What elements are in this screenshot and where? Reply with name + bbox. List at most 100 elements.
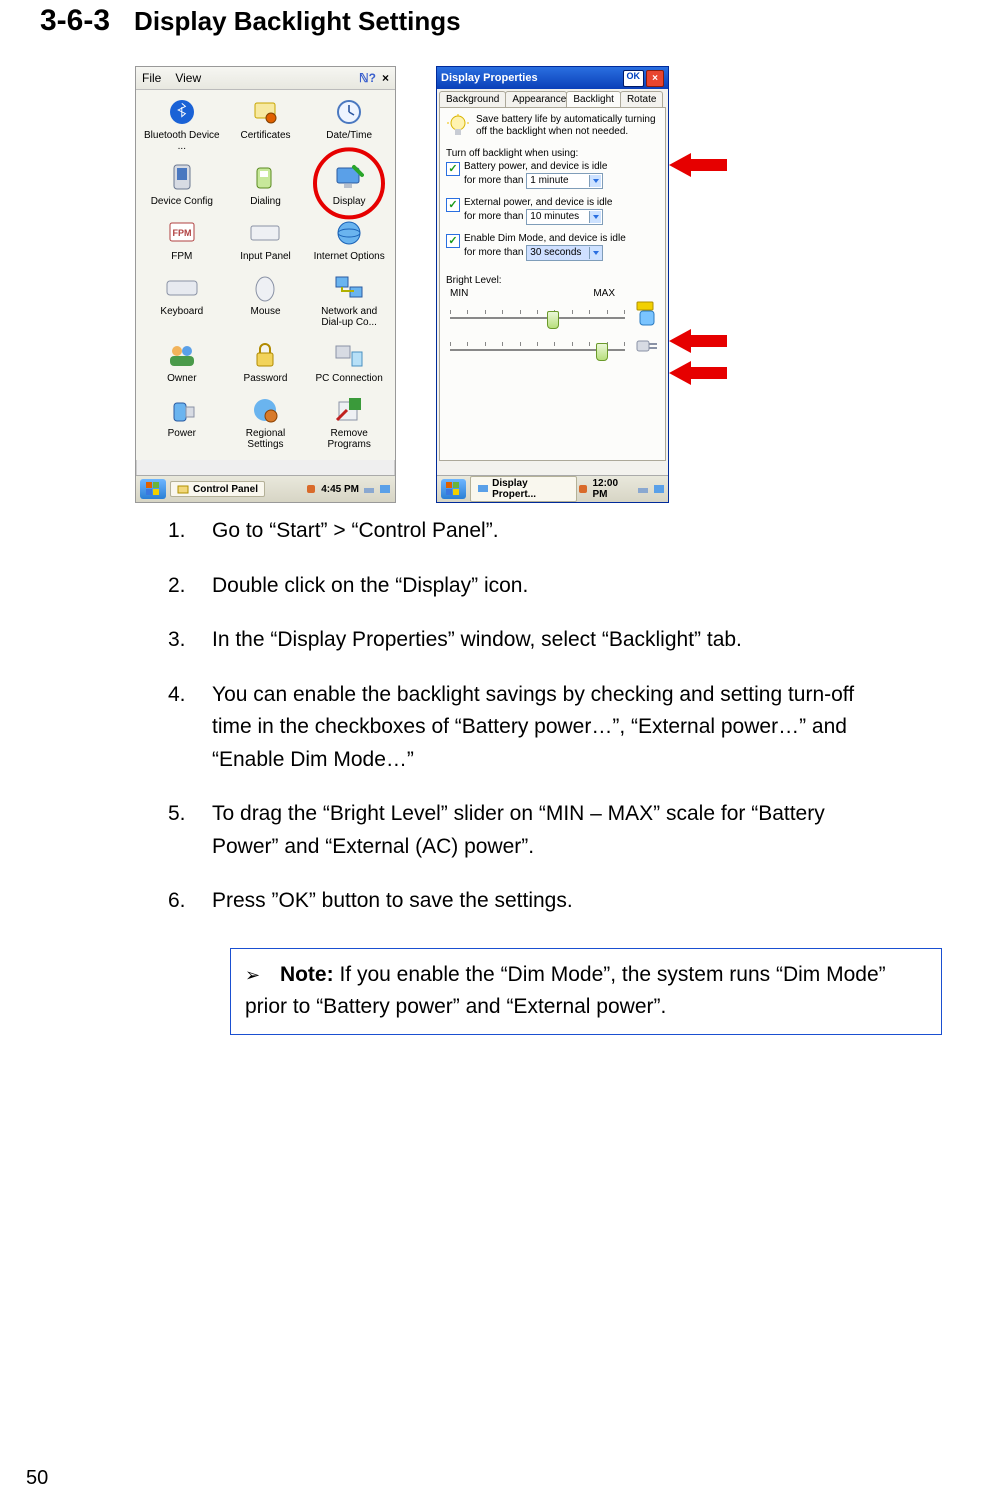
tray-clock: 12:00 PM: [592, 478, 633, 500]
bluetooth-icon: [166, 96, 198, 128]
bright-level-label: Bright Level:: [446, 275, 659, 286]
lock-icon: [249, 339, 281, 371]
cp-item-password[interactable]: Password: [224, 339, 308, 388]
cp-item-network[interactable]: Network and Dial-up Co...: [307, 272, 391, 332]
cp-label: Certificates: [240, 130, 290, 141]
tray-sip-icon[interactable]: [637, 483, 648, 495]
cp-item-certificates[interactable]: Certificates: [224, 96, 308, 156]
control-panel-window: File View ℕ? × Bluetooth Device ... Cert…: [135, 66, 396, 503]
keyboard-small-icon: [249, 217, 281, 249]
section-number: 3-6-3: [40, 4, 110, 38]
ac-plug-icon: [635, 333, 659, 359]
pc-connection-icon: [333, 339, 365, 371]
tray-network-icon[interactable]: [577, 483, 588, 495]
step-item: 1.Go to “Start” > “Control Panel”.: [168, 515, 857, 548]
cp-label: Password: [244, 373, 288, 384]
instruction-steps: 1.Go to “Start” > “Control Panel”. 2.Dou…: [120, 515, 947, 918]
cp-item-device-config[interactable]: Device Config: [140, 162, 224, 211]
checkbox-battery-label: Battery power, and device is idle for mo…: [464, 161, 607, 189]
phone-icon: [249, 162, 281, 194]
cp-item-keyboard[interactable]: Keyboard: [140, 272, 224, 332]
mouse-icon: [249, 272, 281, 304]
arrow-left-icon: [669, 364, 727, 382]
display-icon: [477, 483, 488, 495]
menu-view[interactable]: View: [175, 71, 201, 85]
checkbox-battery[interactable]: [446, 162, 460, 176]
start-button[interactable]: [441, 479, 466, 499]
tab-background[interactable]: Background: [439, 91, 506, 107]
menubar: File View ℕ? ×: [136, 67, 395, 90]
tabs-row: Background Appearance Backlight Rotate: [437, 89, 668, 107]
tab-appearance[interactable]: Appearance: [505, 91, 567, 107]
step-item: 6.Press ”OK” button to save the settings…: [168, 885, 857, 918]
note-box: ➢ Note: If you enable the “Dim Mode”, th…: [230, 948, 942, 1035]
brightness-slider-battery[interactable]: [446, 304, 629, 324]
cp-label: Mouse: [250, 306, 280, 317]
note-bullet-icon: ➢: [245, 962, 260, 990]
display-properties-window: Display Properties OK × Background Appea…: [436, 66, 669, 503]
tray-desktop-icon[interactable]: [653, 483, 664, 495]
control-panel-grid: Bluetooth Device ... Certificates Date/T…: [136, 90, 395, 460]
taskbar-app-button[interactable]: Display Propert...: [470, 476, 577, 502]
step-item: 5.To drag the “Bright Level” slider on “…: [168, 798, 857, 863]
tip-text: Save battery life by automatically turni…: [476, 114, 659, 138]
group-label: Turn off backlight when using:: [446, 148, 659, 159]
remove-programs-icon: [333, 394, 365, 426]
dropdown-external-timeout[interactable]: 10 minutes: [526, 209, 603, 225]
cp-item-input-panel[interactable]: Input Panel: [224, 217, 308, 266]
globe-settings-icon: [249, 394, 281, 426]
menu-file[interactable]: File: [142, 71, 161, 85]
cp-item-pc-connection[interactable]: PC Connection: [307, 339, 391, 388]
page-number: 50: [26, 1467, 48, 1490]
cp-item-mouse[interactable]: Mouse: [224, 272, 308, 332]
close-icon[interactable]: ×: [646, 70, 664, 87]
help-icon[interactable]: ℕ?: [359, 71, 376, 85]
tab-backlight[interactable]: Backlight: [566, 91, 621, 107]
cp-label: Regional Settings: [227, 428, 303, 450]
cp-item-fpm[interactable]: FPM FPM: [140, 217, 224, 266]
people-icon: [166, 339, 198, 371]
cp-item-power[interactable]: Power: [140, 394, 224, 454]
dropdown-dim-timeout[interactable]: 30 seconds: [526, 245, 603, 261]
cp-label: Date/Time: [326, 130, 372, 141]
globe-icon: [333, 217, 365, 249]
clock-icon: [333, 96, 365, 128]
cp-item-display[interactable]: Display: [307, 162, 391, 211]
dropdown-battery-timeout[interactable]: 1 minute: [526, 173, 603, 189]
taskbar-app-label: Display Propert...: [492, 478, 570, 500]
cp-label: Owner: [167, 373, 196, 384]
cp-item-internet-options[interactable]: Internet Options: [307, 217, 391, 266]
tray-sip-icon[interactable]: [363, 483, 375, 495]
cp-label: Network and Dial-up Co...: [311, 306, 387, 328]
cp-item-owner[interactable]: Owner: [140, 339, 224, 388]
cp-item-bluetooth[interactable]: Bluetooth Device ...: [140, 96, 224, 156]
checkbox-dim-mode[interactable]: [446, 234, 460, 248]
scale-max: MAX: [593, 288, 615, 299]
cp-item-dialing[interactable]: Dialing: [224, 162, 308, 211]
cp-item-remove-programs[interactable]: Remove Programs: [307, 394, 391, 454]
windows-flag-icon: [446, 482, 460, 496]
cp-label: Bluetooth Device ...: [144, 130, 220, 152]
start-button[interactable]: [140, 479, 166, 499]
network-icon: [333, 272, 365, 304]
arrow-left-icon: [669, 332, 727, 350]
taskbar-app-label: Control Panel: [193, 484, 258, 495]
checkbox-external[interactable]: [446, 198, 460, 212]
svg-text:FPM: FPM: [172, 228, 191, 238]
tray-desktop-icon[interactable]: [379, 483, 391, 495]
tray-network-icon[interactable]: [305, 483, 317, 495]
tab-rotate[interactable]: Rotate: [620, 91, 663, 107]
folder-icon: [177, 483, 189, 495]
brightness-slider-external[interactable]: [446, 336, 629, 356]
tab-body: Save battery life by automatically turni…: [439, 107, 666, 461]
checkbox-dim-label: Enable Dim Mode, and device is idle for …: [464, 233, 626, 261]
taskbar: Display Propert... 12:00 PM: [437, 475, 668, 502]
certificate-icon: [249, 96, 281, 128]
ok-button[interactable]: OK: [623, 70, 645, 87]
cp-item-regional[interactable]: Regional Settings: [224, 394, 308, 454]
window-title: Display Properties: [441, 72, 538, 84]
cp-label: FPM: [171, 251, 192, 262]
highlight-circle: [313, 147, 385, 219]
close-icon[interactable]: ×: [382, 71, 389, 85]
taskbar-app-button[interactable]: Control Panel: [170, 481, 265, 497]
